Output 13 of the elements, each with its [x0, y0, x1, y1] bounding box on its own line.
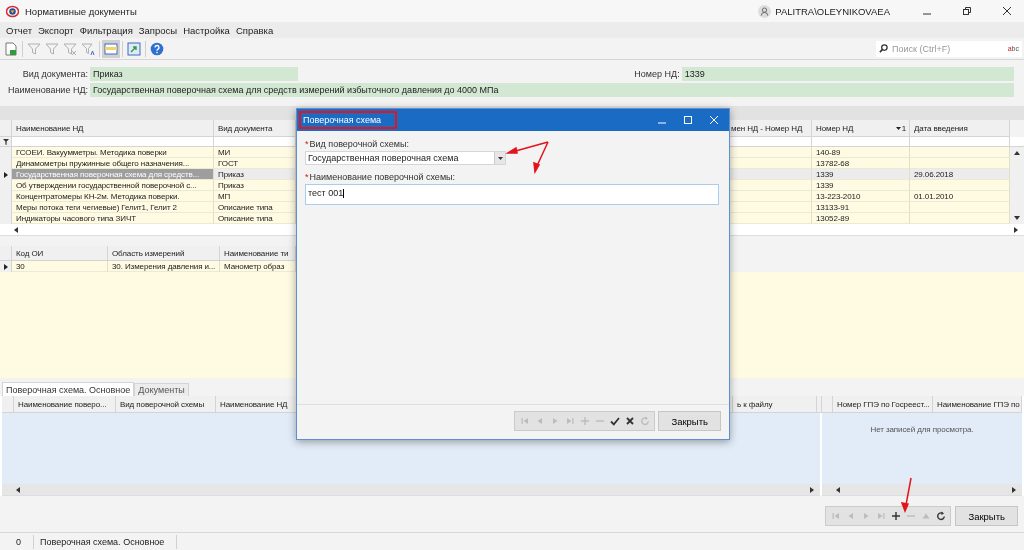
window-title: Нормативные документы: [25, 5, 138, 17]
user-name: PALITRA\OLEYNIKOVAEA: [775, 5, 890, 17]
dialog-title: Поверочная схема: [303, 115, 382, 125]
field-label: Номер НД:: [634, 69, 680, 79]
field-label: Наименование НД:: [8, 85, 88, 95]
status-text: Поверочная схема. Основное: [34, 534, 178, 549]
status-text: 0: [0, 534, 34, 549]
empty-message: Нет записей для просмотра.: [870, 425, 974, 436]
field-label: *Наименование поверочной схемы:: [305, 172, 457, 182]
table-cell: 30: [12, 261, 108, 272]
field-label: *Вид поверочной схемы:: [305, 139, 410, 149]
field-label: Вид документа:: [21, 69, 88, 79]
sort-index: 1: [901, 123, 906, 133]
